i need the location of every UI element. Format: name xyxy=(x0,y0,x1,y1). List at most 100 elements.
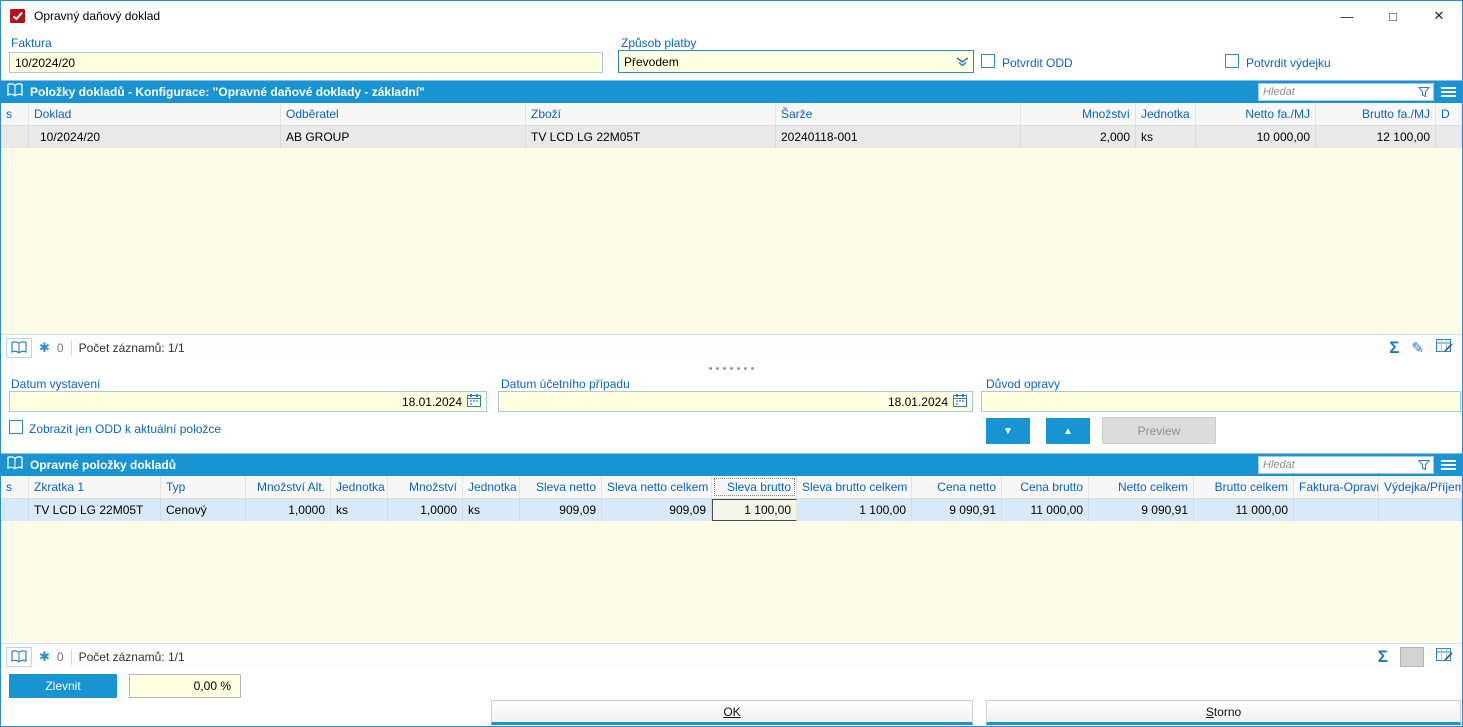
datum-vystaveni-field[interactable]: 18.01.2024 xyxy=(9,391,487,412)
grid2-cell-typ[interactable]: Cenový xyxy=(161,499,246,521)
grid2-cell-vydejka-prijem[interactable] xyxy=(1379,499,1462,521)
sum-sigma-icon[interactable]: Σ xyxy=(1378,647,1388,667)
grid1-col-d[interactable]: D xyxy=(1436,103,1462,125)
grid2-cell-mnozstvi-alt[interactable]: 1,0000 xyxy=(246,499,331,521)
freeze-columns-icon[interactable]: ✱ xyxy=(39,649,50,665)
datum-ucetniho-field[interactable]: 18.01.2024 xyxy=(498,391,973,412)
grid2-cell-s[interactable] xyxy=(1,499,29,521)
edit-columns-icon[interactable] xyxy=(1436,648,1453,665)
grid2-col-mnozstvi[interactable]: Množství xyxy=(388,476,463,498)
grid1-cell-s[interactable] xyxy=(1,126,29,148)
edit-columns-icon[interactable] xyxy=(1436,339,1453,356)
grid2-col-sleva-netto-celkem[interactable]: Sleva netto celkem xyxy=(602,476,712,498)
zobrazit-odd-checkbox[interactable] xyxy=(9,420,23,434)
grid1-cell-jednotka[interactable]: ks xyxy=(1136,126,1196,148)
move-down-button[interactable]: ▼ xyxy=(986,418,1030,444)
grid1-record-count: Počet záznamů: 1/1 xyxy=(78,340,185,355)
grid2-cell-sleva-netto[interactable]: 909,09 xyxy=(520,499,602,521)
grid2-body[interactable]: TV LCD LG 22M05T Cenový 1,0000 ks 1,0000… xyxy=(1,499,1462,643)
grid2-cell-jednotka-alt[interactable]: ks xyxy=(331,499,388,521)
ok-button[interactable]: OK xyxy=(491,700,973,725)
edit-pencil-icon[interactable]: ✎ xyxy=(1411,339,1424,357)
splitter-handle[interactable] xyxy=(1,360,1462,376)
grid1-col-mnozstvi[interactable]: Množství xyxy=(1021,103,1136,125)
grid1-cell-doklad[interactable]: 10/2024/20 xyxy=(29,126,281,148)
grid2-col-faktura-opravn[interactable]: Faktura-Opravr xyxy=(1294,476,1379,498)
grid2-cell-sleva-brutto-celkem[interactable]: 1 100,00 xyxy=(797,499,912,521)
grid1-cell-d[interactable] xyxy=(1436,126,1462,148)
grid1-col-s[interactable]: s xyxy=(1,103,29,125)
faktura-field[interactable]: 10/2024/20 xyxy=(9,52,603,73)
grid1-body[interactable]: 10/2024/20 AB GROUP TV LCD LG 22M05T 202… xyxy=(1,126,1462,334)
filter-funnel-icon[interactable] xyxy=(1415,459,1433,471)
grid2-cell-zkratka1[interactable]: TV LCD LG 22M05T xyxy=(29,499,161,521)
sum-sigma-icon[interactable]: Σ xyxy=(1389,338,1399,358)
grid1-cell-sarze[interactable]: 20240118-001 xyxy=(776,126,1021,148)
grid2-col-jednotka[interactable]: Jednotka xyxy=(463,476,520,498)
duvod-opravy-field[interactable] xyxy=(981,391,1461,412)
detail-book-icon[interactable] xyxy=(6,337,32,358)
minimize-button[interactable]: — xyxy=(1324,1,1370,31)
grid2-col-vydejka-prijem[interactable]: Výdejka/Příjem xyxy=(1379,476,1462,498)
grid2-row[interactable]: TV LCD LG 22M05T Cenový 1,0000 ks 1,0000… xyxy=(1,499,1462,521)
grid2-col-jednotka-alt[interactable]: Jednotka xyxy=(331,476,388,498)
grid2-col-cena-netto[interactable]: Cena netto xyxy=(912,476,1002,498)
grid1-search xyxy=(1258,83,1434,101)
grid1-cell-mnozstvi[interactable]: 2,000 xyxy=(1021,126,1136,148)
grid2-cell-sleva-brutto-selected[interactable]: 1 100,00 xyxy=(712,499,797,521)
grid2-menu-icon[interactable] xyxy=(1434,454,1462,476)
grid2-col-cena-brutto[interactable]: Cena brutto xyxy=(1002,476,1089,498)
grid1-col-sarze[interactable]: Šarže xyxy=(776,103,1021,125)
maximize-button[interactable]: □ xyxy=(1370,1,1416,31)
potvrdit-odd-checkbox[interactable] xyxy=(981,54,995,68)
disabled-toggle-button[interactable] xyxy=(1400,646,1424,667)
grid2-cell-sleva-netto-celkem[interactable]: 909,09 xyxy=(602,499,712,521)
grid1-col-doklad[interactable]: Doklad xyxy=(29,103,281,125)
grid2-cell-netto-celkem[interactable]: 9 090,91 xyxy=(1089,499,1194,521)
calendar-icon[interactable] xyxy=(953,393,967,410)
potvrdit-vydejku-checkbox[interactable] xyxy=(1225,54,1239,68)
close-button[interactable]: ✕ xyxy=(1416,1,1462,31)
grid1-menu-icon[interactable] xyxy=(1434,81,1462,103)
grid2-cell-brutto-celkem[interactable]: 11 000,00 xyxy=(1194,499,1294,521)
preview-button[interactable]: Preview xyxy=(1102,417,1216,444)
grid2-col-zkratka1[interactable]: Zkratka 1 xyxy=(29,476,161,498)
grid2-cell-mnozstvi[interactable]: 1,0000 xyxy=(388,499,463,521)
freeze-columns-icon[interactable]: ✱ xyxy=(39,340,50,356)
grid2-col-mnozstvi-alt[interactable]: Množství Alt. xyxy=(246,476,331,498)
grid2-title: Opravné položky dokladů xyxy=(30,458,177,472)
combo-dropdown-icon[interactable] xyxy=(951,51,973,72)
zlevnit-button[interactable]: Zlevnit xyxy=(9,674,117,698)
grid2-col-sleva-netto[interactable]: Sleva netto xyxy=(520,476,602,498)
grid2-col-typ[interactable]: Typ xyxy=(161,476,246,498)
grid2-search-input[interactable] xyxy=(1259,457,1415,473)
zpusob-platby-combo[interactable]: Převodem xyxy=(618,50,974,73)
move-up-button[interactable]: ▲ xyxy=(1046,418,1090,444)
grid1-col-netto-mj[interactable]: Netto fa./MJ xyxy=(1196,103,1316,125)
grid2-cell-jednotka[interactable]: ks xyxy=(463,499,520,521)
storno-button[interactable]: Storno xyxy=(986,700,1461,725)
grid1-col-brutto-mj[interactable]: Brutto fa./MJ xyxy=(1316,103,1436,125)
discount-percent-field[interactable]: 0,00 % xyxy=(129,674,241,698)
grid2-cell-faktura-opravn[interactable] xyxy=(1294,499,1379,521)
grid1-cell-netto-mj[interactable]: 10 000,00 xyxy=(1196,126,1316,148)
grid2-col-sleva-brutto[interactable]: Sleva brutto xyxy=(712,476,797,498)
grid2-col-netto-celkem[interactable]: Netto celkem xyxy=(1089,476,1194,498)
grid1-cell-odberatel[interactable]: AB GROUP xyxy=(281,126,526,148)
grid1-col-zbozi[interactable]: Zboží xyxy=(526,103,776,125)
grid1-cell-zbozi[interactable]: TV LCD LG 22M05T xyxy=(526,126,776,148)
filter-funnel-icon[interactable] xyxy=(1415,86,1433,98)
window-controls: — □ ✕ xyxy=(1324,1,1462,31)
grid2-col-brutto-celkem[interactable]: Brutto celkem xyxy=(1194,476,1294,498)
grid1-search-input[interactable] xyxy=(1259,84,1415,100)
calendar-icon[interactable] xyxy=(467,393,481,410)
grid2-cell-cena-brutto[interactable]: 11 000,00 xyxy=(1002,499,1089,521)
grid2-col-sleva-brutto-celkem[interactable]: Sleva brutto celkem xyxy=(797,476,912,498)
grid1-row[interactable]: 10/2024/20 AB GROUP TV LCD LG 22M05T 202… xyxy=(1,126,1462,148)
grid2-col-s[interactable]: s xyxy=(1,476,29,498)
detail-book-icon[interactable] xyxy=(6,646,32,667)
grid1-col-jednotka[interactable]: Jednotka xyxy=(1136,103,1196,125)
grid1-cell-brutto-mj[interactable]: 12 100,00 xyxy=(1316,126,1436,148)
grid2-cell-cena-netto[interactable]: 9 090,91 xyxy=(912,499,1002,521)
grid1-col-odberatel[interactable]: Odběratel xyxy=(281,103,526,125)
